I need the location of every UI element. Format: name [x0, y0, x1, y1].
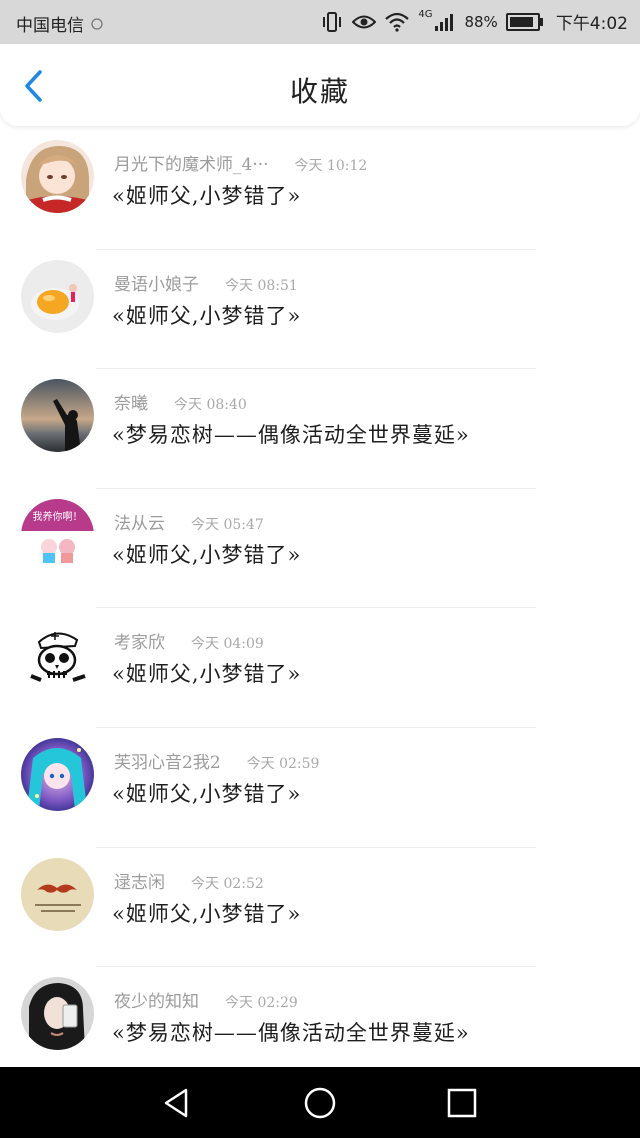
favorite-title[interactable]: «姬师父,小梦错了» — [112, 658, 301, 688]
timestamp: 今天 10:12 — [294, 158, 368, 174]
sunset-silhouette-avatar — [21, 379, 94, 453]
list-item[interactable]: 月光下的魔术师_4··· 今天 10:12 «姬师父,小梦错了» — [0, 130, 640, 250]
avatar[interactable] — [21, 259, 94, 333]
favorite-title[interactable]: «姬师父,小梦错了» — [112, 778, 301, 808]
recents-square-icon — [447, 1088, 477, 1118]
list-item[interactable]: 奈曦 今天 08:40 «梦易恋树——偶像活动全世界蔓延» — [0, 369, 640, 489]
nav-back-button[interactable] — [160, 1086, 194, 1120]
user-name: 逯志闲 — [114, 872, 165, 893]
user-name: 考家欣 — [114, 633, 165, 654]
mustache-avatar — [21, 857, 94, 931]
carrier-name: 中国电信 — [16, 16, 84, 36]
app-header: 收藏 — [0, 44, 640, 126]
nav-home-button[interactable] — [303, 1086, 337, 1120]
orange-plate-avatar — [21, 259, 94, 333]
timestamp: 今天 02:59 — [246, 755, 320, 772]
favorite-title[interactable]: «姬师父,小梦错了» — [112, 898, 301, 928]
timestamp: 今天 04:09 — [191, 636, 264, 653]
page-title: 收藏 — [289, 75, 350, 108]
network-type: 4G — [418, 9, 433, 20]
skull-sailor-avatar — [21, 618, 94, 692]
user-name: 月光下的魔术师_4··· — [114, 155, 269, 175]
wifi-icon — [385, 12, 410, 32]
signal-icon — [435, 13, 454, 31]
avatar[interactable] — [21, 140, 94, 213]
avatar[interactable]: 我养你啊！ — [21, 498, 94, 572]
user-name: 曼语小娘子 — [114, 274, 199, 295]
timestamp: 今天 05:47 — [191, 516, 264, 533]
favorite-title[interactable]: «梦易恋树——偶像活动全世界蔓延» — [112, 419, 470, 449]
timestamp: 今天 08:51 — [225, 277, 298, 294]
favorite-title[interactable]: «梦易恋树——偶像活动全世界蔓延» — [112, 1017, 470, 1047]
nav-recents-button[interactable] — [445, 1086, 479, 1120]
blue-hair-girl-avatar — [21, 737, 94, 811]
timestamp: 今天 02:52 — [191, 875, 264, 892]
battery-percent: 88% — [464, 12, 498, 31]
avatar[interactable] — [21, 737, 94, 811]
avatar-caption: 我养你啊！ — [33, 510, 83, 523]
anime-girl-avatar — [21, 140, 94, 213]
notification-icon — [91, 17, 103, 30]
user-name: 奈曦 — [114, 394, 148, 415]
avatar[interactable] — [21, 618, 94, 692]
avatar[interactable] — [21, 857, 94, 931]
eye-icon — [352, 15, 377, 28]
timestamp: 今天 08:40 — [174, 397, 247, 414]
favorite-title[interactable]: «姬师父,小梦错了» — [112, 180, 301, 210]
timestamp: 今天 02:29 — [225, 995, 298, 1012]
user-name: 法从云 — [114, 513, 165, 534]
list-item[interactable]: 曼语小娘子 今天 08:51 «姬师父,小梦错了» — [0, 250, 640, 370]
vibrate-icon — [323, 11, 342, 32]
favorite-title[interactable]: «姬师父,小梦错了» — [112, 539, 301, 569]
avatar[interactable] — [21, 977, 94, 1051]
list-item[interactable]: 考家欣 今天 04:09 «姬师父,小梦错了» — [0, 608, 640, 728]
system-nav-bar — [0, 1067, 640, 1138]
user-name: 芙羽心音2我2 — [114, 752, 221, 773]
battery-icon — [505, 12, 543, 31]
list-item[interactable]: 逯志闲 今天 02:52 «姬师父,小梦错了» — [0, 848, 640, 968]
avatar[interactable] — [21, 379, 94, 453]
user-name: 夜少的知知 — [114, 992, 199, 1013]
home-circle-icon — [304, 1087, 336, 1119]
favorites-screen: 中国电信 4G 88% 下午4:02 收藏 月光下的魔术师_4··· 今天 10… — [0, 0, 640, 1138]
favorites-list: 月光下的魔术师_4··· 今天 10:12 «姬师父,小梦错了» 曼语小娘子 今… — [0, 130, 640, 1087]
list-item[interactable]: 芙羽心音2我2 今天 02:59 «姬师父,小梦错了» — [0, 728, 640, 848]
selfie-girl-avatar — [21, 977, 94, 1051]
clock: 下午4:02 — [555, 14, 628, 34]
cartoon-couple-avatar: 我养你啊！ — [21, 498, 94, 572]
back-triangle-icon — [164, 1088, 188, 1118]
favorite-title[interactable]: «姬师父,小梦错了» — [112, 300, 301, 330]
list-item[interactable]: 我养你啊！ 法从云 今天 05:47 «姬师父,小梦错了» — [0, 489, 640, 609]
status-bar: 中国电信 4G 88% 下午4:02 — [0, 0, 640, 44]
